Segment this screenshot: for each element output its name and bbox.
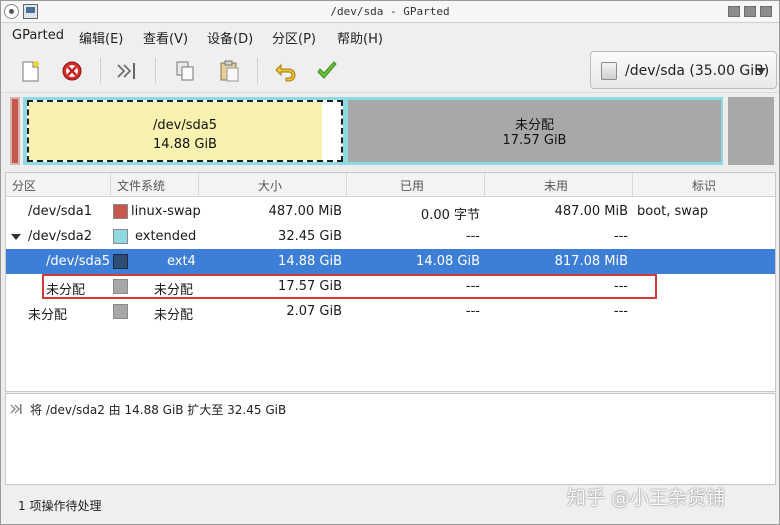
close-button[interactable] xyxy=(760,6,772,17)
segment-label: 未分配 xyxy=(514,118,554,133)
cell-partition: /dev/sda1 xyxy=(28,204,92,219)
cell-unused: 487.00 MiB xyxy=(554,204,628,219)
cell-partition: 未分配 xyxy=(28,308,68,323)
cell-unused: --- xyxy=(613,304,628,319)
menu-help[interactable]: 帮助(H) xyxy=(337,28,383,47)
resize-move-icon[interactable] xyxy=(113,57,141,85)
window-title: /dev/sda - GParted xyxy=(330,5,450,18)
maximize-button[interactable] xyxy=(744,6,756,17)
column-header-partition[interactable]: 分区 xyxy=(12,177,36,194)
toolbar-separator xyxy=(155,58,156,84)
resize-operation-icon xyxy=(10,403,22,415)
table-header: 分区 文件系统 大小 已用 未用 标识 xyxy=(6,173,775,197)
device-selector-label: /dev/sda (35.00 GiB) xyxy=(625,63,770,79)
device-selector[interactable]: /dev/sda (35.00 GiB) xyxy=(590,51,777,89)
gparted-window: /dev/sda - GParted GParted 编辑(E) 查看(V) 设… xyxy=(0,0,780,525)
delete-icon[interactable] xyxy=(58,57,86,85)
disk-segment-unallocated[interactable]: 未分配 17.57 GiB xyxy=(348,100,721,162)
new-partition-icon[interactable] xyxy=(16,57,44,85)
menu-device[interactable]: 设备(D) xyxy=(207,28,253,47)
minimize-button[interactable] xyxy=(728,6,740,17)
menu-edit[interactable]: 编辑(E) xyxy=(79,28,123,47)
cell-size: 487.00 MiB xyxy=(268,204,342,219)
column-divider xyxy=(632,173,633,197)
cell-partition: /dev/sda5 xyxy=(46,254,110,269)
cell-filesystem: linux-swap xyxy=(131,204,201,219)
column-divider xyxy=(346,173,347,197)
pending-operation-item[interactable]: 将 /dev/sda2 由 14.88 GiB 扩大至 32.45 GiB xyxy=(30,401,286,418)
copy-icon[interactable] xyxy=(171,57,199,85)
status-text: 1 项操作待处理 xyxy=(18,499,102,513)
fs-color-swatch xyxy=(113,229,128,244)
chevron-down-icon xyxy=(756,68,766,74)
undo-icon[interactable] xyxy=(272,57,300,85)
column-header-filesystem[interactable]: 文件系统 xyxy=(117,177,165,194)
segment-size: 14.88 GiB xyxy=(153,137,217,152)
watermark: 知乎 @小王杂货铺 xyxy=(567,487,726,509)
toolbar-separator xyxy=(257,58,258,84)
table-row[interactable]: 未分配 未分配 2.07 GiB --- --- xyxy=(6,299,775,324)
menu-view[interactable]: 查看(V) xyxy=(143,28,188,47)
expander-arrow-icon[interactable] xyxy=(11,234,21,240)
column-header-unused[interactable]: 未用 xyxy=(544,177,568,194)
fs-color-swatch xyxy=(113,204,128,219)
column-divider xyxy=(110,173,111,197)
cell-used: 0.00 字节 xyxy=(420,208,480,223)
table-row[interactable]: /dev/sda1 linux-swap 487.00 MiB 0.00 字节 … xyxy=(6,199,775,224)
column-header-used[interactable]: 已用 xyxy=(400,177,424,194)
cell-filesystem: ext4 xyxy=(167,254,196,269)
pending-operations-pane: 将 /dev/sda2 由 14.88 GiB 扩大至 32.45 GiB xyxy=(5,393,776,485)
disk-segment-unallocated-tail[interactable] xyxy=(728,97,774,165)
segment-label: /dev/sda5 xyxy=(153,118,217,133)
column-divider xyxy=(198,173,199,197)
title-bar: /dev/sda - GParted xyxy=(1,1,779,23)
cell-partition: /dev/sda2 xyxy=(28,229,92,244)
column-divider xyxy=(484,173,485,197)
cell-size: 14.88 GiB xyxy=(278,254,342,269)
table-row-selected[interactable]: /dev/sda5 ext4 14.88 GiB 14.08 GiB 817.0… xyxy=(6,249,775,274)
cell-used: 14.08 GiB xyxy=(416,254,480,269)
cell-used: --- xyxy=(465,229,480,244)
column-header-size[interactable]: 大小 xyxy=(258,177,282,194)
disk-segment-sda1[interactable] xyxy=(10,97,20,165)
segment-size: 17.57 GiB xyxy=(502,133,567,148)
annotation-highlight-box xyxy=(42,274,657,299)
column-header-flags[interactable]: 标识 xyxy=(692,177,716,194)
cell-unused: --- xyxy=(613,229,628,244)
cell-unused: 817.08 MiB xyxy=(554,254,628,269)
fs-color-swatch xyxy=(113,304,128,319)
disk-segment-sda5[interactable]: /dev/sda5 14.88 GiB xyxy=(27,100,343,162)
cell-size: 32.45 GiB xyxy=(278,229,342,244)
disk-map: /dev/sda5 14.88 GiB 未分配 17.57 GiB xyxy=(6,95,776,167)
table-row[interactable]: /dev/sda2 extended 32.45 GiB --- --- xyxy=(6,224,775,249)
menu-gparted[interactable]: GParted xyxy=(12,28,64,43)
cell-filesystem: extended xyxy=(135,229,197,244)
cell-filesystem: 未分配 xyxy=(154,308,194,323)
cell-used: --- xyxy=(465,304,480,319)
apply-icon[interactable] xyxy=(313,57,341,85)
harddisk-icon xyxy=(601,62,617,80)
menu-bar: GParted 编辑(E) 查看(V) 设备(D) 分区(P) 帮助(H) xyxy=(1,23,779,49)
paste-icon[interactable] xyxy=(215,57,243,85)
partition-table: 分区 文件系统 大小 已用 未用 标识 /dev/sda1 linux-swap… xyxy=(5,172,776,392)
cell-size: 2.07 GiB xyxy=(286,304,342,319)
menu-partition[interactable]: 分区(P) xyxy=(272,28,316,47)
cell-flags: boot, swap xyxy=(637,204,709,219)
toolbar-separator xyxy=(100,58,101,84)
fs-color-swatch xyxy=(113,254,128,269)
